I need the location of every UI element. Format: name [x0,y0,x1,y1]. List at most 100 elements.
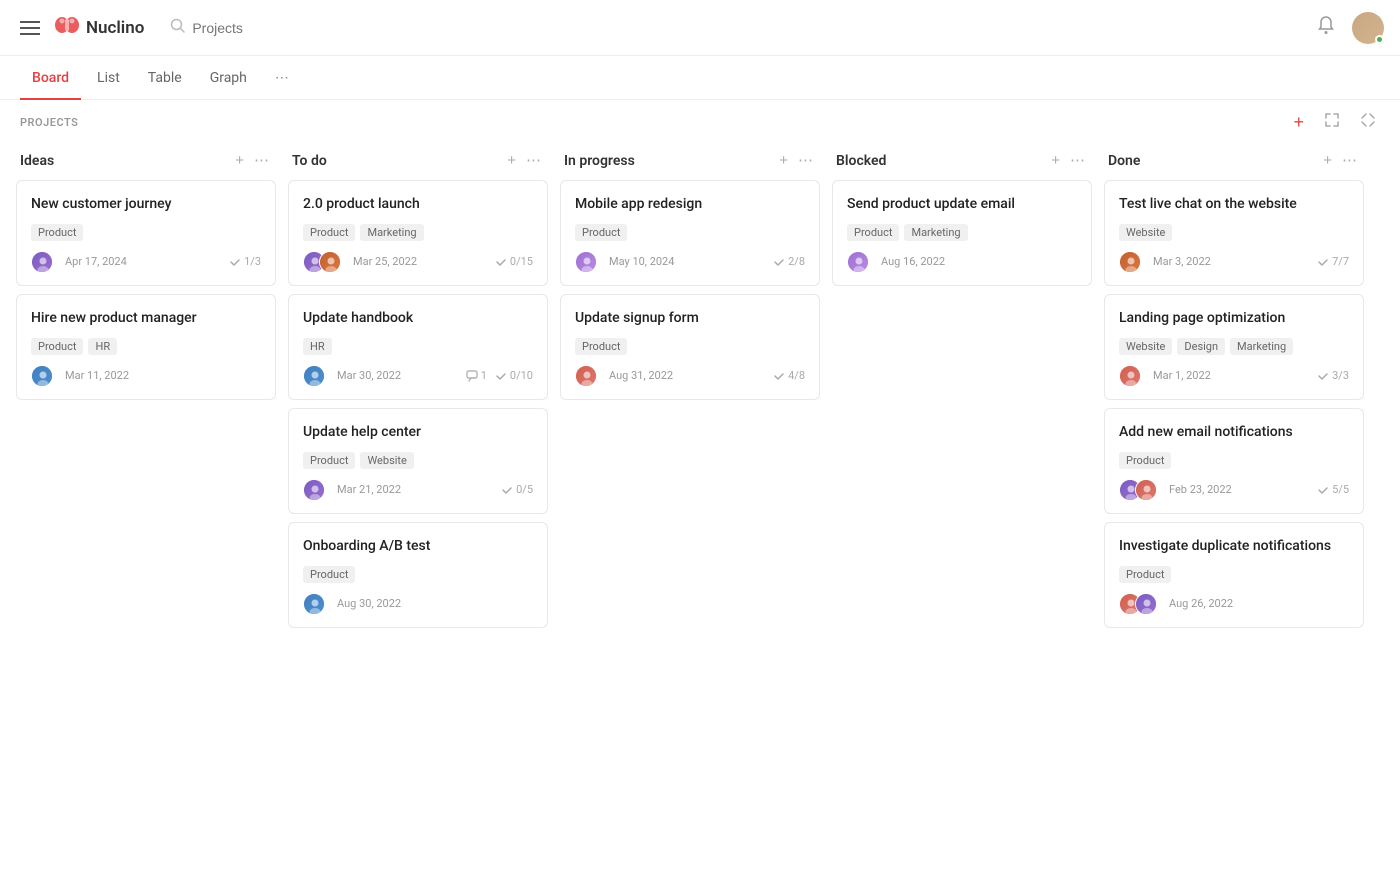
card-tag: Website [1119,224,1172,241]
kanban-card[interactable]: Send product update email ProductMarketi… [832,180,1092,286]
kanban-card[interactable]: Update help center ProductWebsite Mar 21… [288,408,548,514]
card-title: New customer journey [31,195,261,214]
card-date: Mar 1, 2022 [1153,369,1211,382]
card-check-count: 4/8 [773,369,805,382]
card-tag: Product [303,566,355,583]
header: Nuclino [0,0,1400,56]
user-avatar[interactable] [1352,12,1384,44]
collapse-button[interactable] [1356,110,1380,135]
card-date: May 10, 2024 [609,255,674,268]
card-title: Update signup form [575,309,805,328]
column-more-button[interactable]: ⋯ [1339,151,1360,170]
card-stats: 0/5 [501,483,533,496]
card-tag: Product [1119,452,1171,469]
card-tag: Product [31,338,83,355]
card-avatars [575,365,597,387]
column-more-button[interactable]: ⋯ [1067,151,1088,170]
tabs-more-button[interactable]: ⋯ [267,62,297,94]
card-avatars [1119,593,1157,615]
add-card-button[interactable]: + [504,151,519,170]
column-header-todo: To do + ⋯ [288,145,548,180]
column-more-button[interactable]: ⋯ [251,151,272,170]
kanban-card[interactable]: Landing page optimization WebsiteDesignM… [1104,294,1364,400]
column-title: Blocked [836,153,1042,169]
card-footer: Mar 3, 2022 7/7 [1119,251,1349,273]
card-meta: Mar 11, 2022 [31,365,129,387]
header-left: Nuclino [16,14,1304,42]
card-tags: Product [303,566,533,583]
column-done: Done + ⋯ Test live chat on the website W… [1104,145,1364,636]
card-tags: Product [31,224,261,241]
card-avatar [575,251,597,273]
tab-list[interactable]: List [85,56,132,100]
kanban-card[interactable]: Test live chat on the website Website Ma… [1104,180,1364,286]
add-card-button[interactable]: + [776,151,791,170]
hamburger-menu[interactable] [16,17,44,39]
notification-bell[interactable] [1316,15,1336,40]
column-title: Done [1108,153,1314,169]
card-meta: Mar 1, 2022 [1119,365,1211,387]
card-footer: Mar 1, 2022 3/3 [1119,365,1349,387]
search-area[interactable] [170,18,312,38]
logo-icon [54,14,80,42]
card-date: Mar 21, 2022 [337,483,401,496]
card-footer: Apr 17, 2024 1/3 [31,251,261,273]
card-tags: WebsiteDesignMarketing [1119,338,1349,355]
tab-board[interactable]: Board [20,56,81,100]
card-check-count: 1/3 [229,255,261,268]
card-footer: Feb 23, 2022 5/5 [1119,479,1349,501]
card-avatar [319,251,341,273]
card-date: Feb 23, 2022 [1169,483,1232,496]
kanban-card[interactable]: Update signup form Product Aug 31, 2022 … [560,294,820,400]
tab-table[interactable]: Table [136,56,194,100]
kanban-card[interactable]: Investigate duplicate notifications Prod… [1104,522,1364,628]
card-stats: 1 0/10 [466,369,533,382]
card-avatar [1119,251,1141,273]
kanban-card[interactable]: Hire new product manager ProductHR Mar 1… [16,294,276,400]
column-header-blocked: Blocked + ⋯ [832,145,1092,180]
add-card-button[interactable]: + [1320,151,1335,170]
search-input[interactable] [192,20,312,36]
card-tag: Marketing [360,224,423,241]
card-avatars [575,251,597,273]
column-more-button[interactable]: ⋯ [523,151,544,170]
kanban-card[interactable]: Update handbook HR Mar 30, 2022 1 0/10 [288,294,548,400]
card-footer: Aug 26, 2022 [1119,593,1349,615]
card-avatar [575,365,597,387]
card-tag: Product [31,224,83,241]
card-title: Update handbook [303,309,533,328]
column-title: To do [292,153,498,169]
add-card-button[interactable]: + [232,151,247,170]
card-tags: Product [575,338,805,355]
card-avatars [31,365,53,387]
kanban-card[interactable]: Onboarding A/B test Product Aug 30, 2022 [288,522,548,628]
card-tag: Marketing [1230,338,1293,355]
card-tags: Product [1119,452,1349,469]
card-avatar [31,365,53,387]
card-title: Landing page optimization [1119,309,1349,328]
expand-button[interactable] [1320,110,1344,135]
card-footer: Aug 31, 2022 4/8 [575,365,805,387]
kanban-card[interactable]: New customer journey Product Apr 17, 202… [16,180,276,286]
column-title: In progress [564,153,770,169]
kanban-card[interactable]: Add new email notifications Product Feb … [1104,408,1364,514]
card-comment-count: 1 [466,369,487,382]
kanban-card[interactable]: Mobile app redesign Product May 10, 2024… [560,180,820,286]
card-footer: May 10, 2024 2/8 [575,251,805,273]
card-footer: Mar 30, 2022 1 0/10 [303,365,533,387]
card-avatar [1135,479,1157,501]
column-header-ideas: Ideas + ⋯ [16,145,276,180]
add-column-button[interactable]: + [1289,110,1308,135]
card-avatars [1119,479,1157,501]
card-avatar [847,251,869,273]
column-more-button[interactable]: ⋯ [795,151,816,170]
add-card-button[interactable]: + [1048,151,1063,170]
kanban-card[interactable]: 2.0 product launch ProductMarketing Mar … [288,180,548,286]
card-date: Mar 11, 2022 [65,369,129,382]
tab-graph[interactable]: Graph [198,56,259,100]
card-title: Investigate duplicate notifications [1119,537,1349,556]
card-avatars [303,251,341,273]
kanban-board: Ideas + ⋯ New customer journey Product A… [0,145,1400,656]
toolbar: PROJECTS + [0,100,1400,145]
column-todo: To do + ⋯ 2.0 product launch ProductMark… [288,145,548,636]
